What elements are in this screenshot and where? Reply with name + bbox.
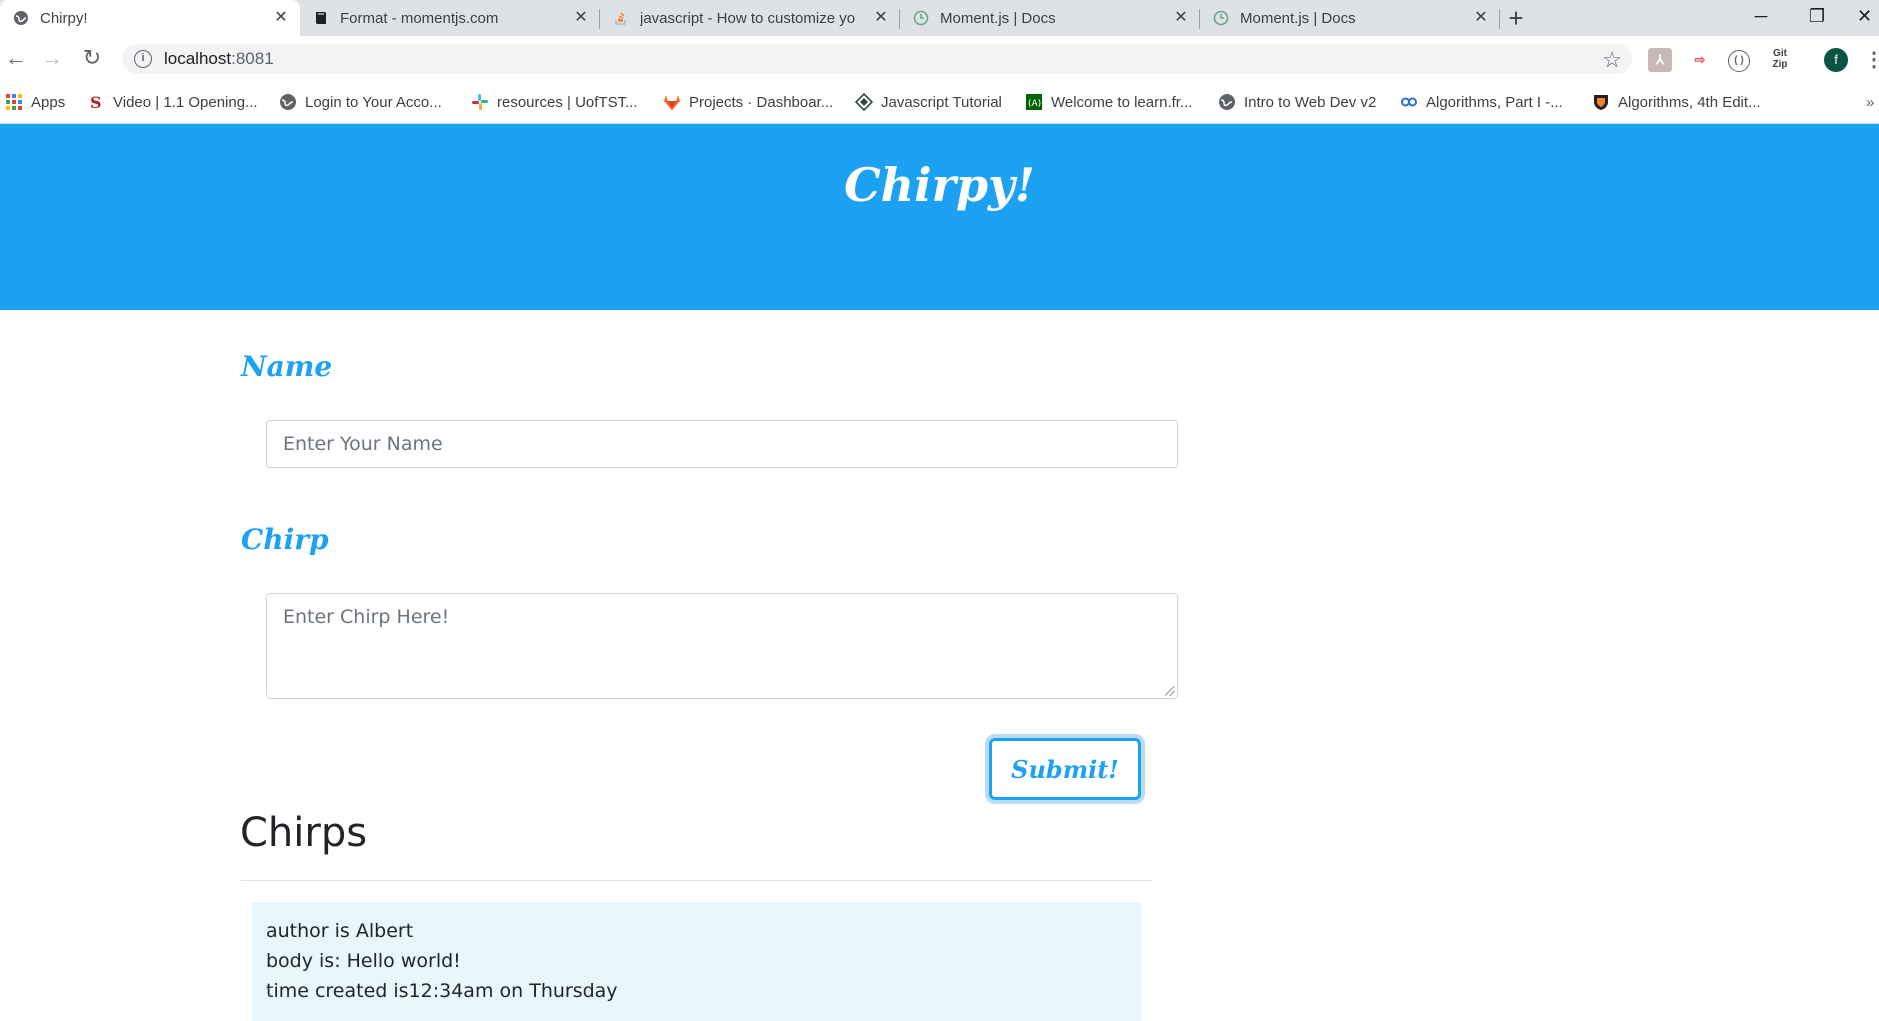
submit-button[interactable]: Submit! — [989, 738, 1141, 800]
globe-icon — [279, 93, 297, 111]
princeton-shield-icon — [1592, 93, 1610, 111]
close-icon[interactable]: ✕ — [572, 9, 590, 27]
bookmark-label: Projects · Dashboar... — [689, 93, 834, 111]
clock-icon — [1212, 9, 1230, 27]
info-icon[interactable]: i — [134, 50, 152, 68]
tab-title: Format - momentjs.com — [340, 9, 499, 27]
page-title: Chirpy! — [844, 158, 1035, 212]
tab-title: Chirpy! — [40, 9, 88, 27]
chirp-textarea-placeholder: Enter Chirp Here! — [283, 606, 450, 628]
header-banner: Chirpy! — [0, 124, 1879, 310]
close-icon[interactable]: ✕ — [1172, 9, 1190, 27]
gitlab-icon — [663, 93, 681, 111]
restore-button[interactable]: ❐ — [1794, 0, 1840, 32]
globe-icon — [1218, 93, 1236, 111]
globe-icon — [12, 9, 30, 27]
close-window-button[interactable]: ✕ — [1850, 0, 1879, 32]
url-port: :8081 — [231, 49, 274, 68]
tab-chirpy[interactable]: Chirpy! ✕ — [0, 0, 300, 36]
slack-icon — [471, 93, 489, 111]
bookmark-label: Login to Your Acco... — [305, 93, 442, 111]
forward-button[interactable]: → — [36, 42, 68, 74]
bookmark-login[interactable]: Login to Your Acco... — [279, 91, 442, 113]
svg-text:S: S — [90, 93, 102, 111]
stackoverflow-icon — [612, 9, 630, 27]
pdf-extension-icon[interactable]: ⅄ — [1648, 48, 1672, 72]
fcc-icon: (A) — [1025, 93, 1043, 111]
bookmark-label: resources | UofTST... — [497, 93, 638, 111]
chirp-author: author is Albert — [266, 920, 414, 942]
profile-initial: f — [1834, 52, 1838, 67]
bookmark-label: Algorithms, Part I -... — [1426, 93, 1563, 111]
bookmark-algorithms-4th[interactable]: Algorithms, 4th Edit... — [1592, 91, 1761, 113]
divider — [241, 880, 1153, 881]
clock-icon — [912, 9, 930, 27]
bookmark-label: Intro to Web Dev v2 — [1244, 93, 1377, 111]
profile-avatar[interactable]: f — [1824, 48, 1848, 72]
close-icon[interactable]: ✕ — [272, 9, 290, 27]
close-icon[interactable]: ✕ — [1472, 9, 1490, 27]
gitzip-extension-icon[interactable]: Git Zip — [1768, 48, 1792, 72]
devtools-extension-icon[interactable]: ( ) — [1728, 50, 1750, 72]
tab-strip: Chirpy! ✕ Format - momentjs.com ✕ javasc… — [0, 0, 1879, 36]
apps-grid-icon — [5, 93, 23, 111]
tab-title: Moment.js | Docs — [1240, 9, 1356, 27]
cast-extension-icon[interactable]: ⇨ — [1688, 48, 1712, 72]
bookmark-javascript-tutorial[interactable]: Javascript Tutorial — [854, 91, 1002, 113]
new-tab-button[interactable]: + — [1500, 2, 1532, 34]
url-text: localhost:8081 — [164, 49, 274, 69]
bookmark-label: Javascript Tutorial — [881, 93, 1002, 111]
diamond-icon — [854, 92, 874, 112]
name-input[interactable]: Enter Your Name — [266, 420, 1178, 468]
bookmark-label: Video | 1.1 Opening... — [113, 93, 258, 111]
bookmark-label: Apps — [31, 93, 66, 111]
name-label: Name — [241, 350, 333, 383]
bookmark-star-icon[interactable]: ☆ — [1602, 47, 1622, 73]
bookmark-freecodecamp[interactable]: (A) Welcome to learn.fr... — [1025, 91, 1192, 113]
address-bar[interactable]: i localhost:8081 ☆ — [122, 44, 1632, 74]
tab-momentjs-docs-1[interactable]: Moment.js | Docs ✕ — [900, 0, 1200, 36]
bookmarks-overflow-button[interactable]: » — [1866, 91, 1874, 113]
name-input-placeholder: Enter Your Name — [283, 433, 443, 455]
tab-momentjs-docs-2[interactable]: Moment.js | Docs ✕ — [1200, 0, 1500, 36]
chirp-label: Chirp — [241, 523, 329, 556]
chirp-time: time created is12:34am on Thursday — [266, 980, 618, 1002]
coursera-icon — [1400, 93, 1418, 111]
bookmark-apps[interactable]: Apps — [5, 91, 65, 113]
back-button[interactable]: ← — [0, 42, 32, 74]
close-icon[interactable]: ✕ — [872, 9, 890, 27]
tab-title: javascript - How to customize yo — [640, 9, 856, 27]
chirps-heading: Chirps — [240, 810, 368, 856]
bookmark-label: Welcome to learn.fr... — [1051, 93, 1193, 111]
book-icon — [312, 9, 330, 27]
bookmark-algorithms-part1[interactable]: Algorithms, Part I -... — [1400, 91, 1563, 113]
bookmark-label: Algorithms, 4th Edit... — [1618, 93, 1761, 111]
chirp-textarea[interactable]: Enter Chirp Here! — [266, 593, 1178, 699]
svg-text:(A): (A) — [1028, 99, 1041, 109]
bookmark-intro-web-dev[interactable]: Intro to Web Dev v2 — [1218, 91, 1376, 113]
url-host: localhost — [164, 49, 232, 68]
bookmark-gitlab-projects[interactable]: Projects · Dashboar... — [663, 91, 833, 113]
browser-toolbar: ← → ↻ i localhost:8081 ☆ — [0, 36, 1879, 80]
minimize-button[interactable]: ─ — [1738, 0, 1784, 32]
tab-stackoverflow[interactable]: javascript - How to customize yo ✕ — [600, 0, 900, 36]
s-logo-icon: S — [87, 93, 105, 112]
chirp-card: author is Albert body is: Hello world! t… — [252, 902, 1141, 1021]
chirp-body: body is: Hello world! — [266, 950, 461, 972]
tab-format-momentjs[interactable]: Format - momentjs.com ✕ — [300, 0, 600, 36]
bookmark-video[interactable]: S Video | 1.1 Opening... — [87, 91, 258, 113]
reload-button[interactable]: ↻ — [76, 42, 108, 74]
resize-handle[interactable] — [1165, 686, 1175, 696]
bookmarks-bar: Apps S Video | 1.1 Opening... Login to Y… — [0, 80, 1879, 124]
tab-title: Moment.js | Docs — [940, 9, 1056, 27]
bookmark-resources[interactable]: resources | UofTST... — [471, 91, 638, 113]
menu-icon[interactable]: ⋮ — [1862, 48, 1879, 72]
